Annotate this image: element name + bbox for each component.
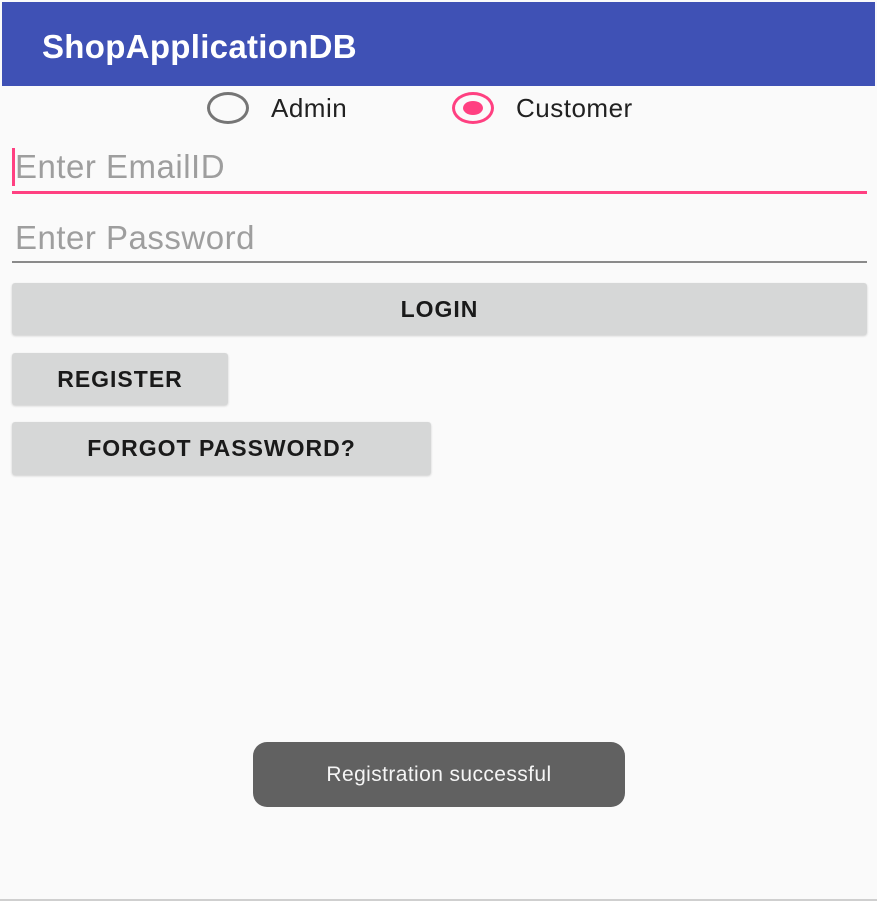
email-field — [12, 142, 870, 194]
password-input[interactable] — [12, 214, 870, 261]
toast-message: Registration successful — [253, 742, 625, 807]
customer-radio-option[interactable]: Customer — [452, 92, 633, 124]
login-button[interactable]: LOGIN — [12, 283, 867, 335]
text-cursor — [12, 148, 15, 186]
customer-radio-button-checked-icon[interactable] — [452, 92, 494, 124]
app-title: ShopApplicationDB — [42, 28, 357, 65]
register-button[interactable]: REGISTER — [12, 353, 228, 405]
admin-radio-button-icon[interactable] — [207, 92, 249, 124]
admin-radio-option[interactable]: Admin — [207, 92, 347, 124]
customer-radio-label[interactable]: Customer — [516, 93, 633, 124]
role-radio-group: Admin Customer — [0, 92, 877, 128]
forgot-password-button[interactable]: FORGOT PASSWORD? — [12, 422, 431, 475]
password-field — [12, 214, 870, 263]
email-input[interactable] — [12, 142, 870, 191]
admin-radio-label[interactable]: Admin — [271, 93, 347, 124]
app-bar: ShopApplicationDB — [2, 2, 875, 86]
